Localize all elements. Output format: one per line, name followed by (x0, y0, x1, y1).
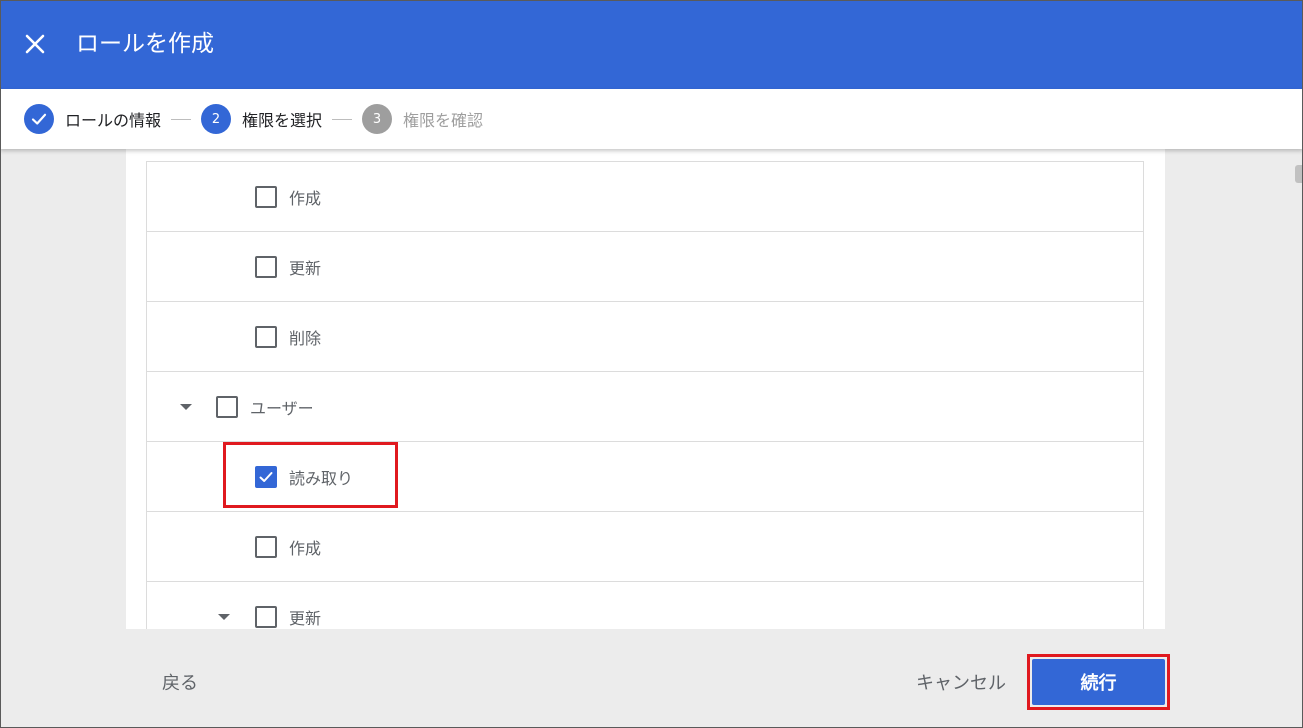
page-title: ロールを作成 (76, 31, 214, 57)
permission-checkbox-checked[interactable] (255, 466, 277, 488)
close-icon (25, 34, 45, 54)
permissions-card: 作成 更新 削除 ユーザー 読み取り 作成 更新 (126, 149, 1165, 629)
permission-checkbox[interactable] (255, 186, 277, 208)
step-label: 権限を選択 (242, 111, 323, 130)
permission-label: 更新 (289, 609, 322, 628)
permission-group-checkbox[interactable] (216, 396, 238, 418)
back-button[interactable]: 戻る (148, 664, 212, 700)
permission-checkbox[interactable] (255, 536, 277, 558)
step-select-permissions[interactable]: 2 権限を選択 (201, 104, 322, 134)
scrollbar-thumb[interactable] (1295, 165, 1303, 183)
step-label: ロールの情報 (65, 111, 162, 130)
permission-label: 作成 (289, 539, 322, 558)
step-separator (171, 118, 192, 120)
table-row: 作成 (147, 512, 1143, 582)
step-2-circle: 2 (201, 104, 232, 134)
check-icon (259, 472, 273, 482)
table-row: ユーザー (147, 372, 1143, 442)
permission-checkbox[interactable] (255, 326, 277, 348)
check-icon (31, 113, 47, 125)
step-label: 権限を確認 (403, 111, 484, 130)
table-row: 削除 (147, 302, 1143, 372)
permissions-table: 作成 更新 削除 ユーザー 読み取り 作成 更新 (146, 161, 1144, 629)
step-separator (332, 118, 353, 120)
step-1-circle (24, 104, 54, 134)
stepper: ロールの情報 2 権限を選択 3 権限を確認 (0, 89, 1303, 149)
cancel-button[interactable]: キャンセル (904, 664, 1018, 700)
permission-label: 作成 (289, 189, 322, 208)
table-row: 更新 (147, 232, 1143, 302)
close-button[interactable] (20, 29, 50, 59)
step-3-circle: 3 (362, 104, 393, 134)
step-review-permissions[interactable]: 3 権限を確認 (362, 104, 483, 134)
table-row: 読み取り (147, 442, 1143, 512)
permission-checkbox[interactable] (255, 606, 277, 628)
table-row: 作成 (147, 162, 1143, 232)
permission-group-label: ユーザー (250, 399, 314, 418)
permission-checkbox[interactable] (255, 256, 277, 278)
expand-arrow-icon[interactable] (218, 614, 230, 620)
step-role-info[interactable]: ロールの情報 (24, 104, 161, 134)
permission-label: 読み取り (289, 469, 354, 488)
continue-button[interactable]: 続行 (1032, 659, 1165, 705)
permission-label: 削除 (289, 329, 322, 348)
dialog-header: ロールを作成 (0, 0, 1303, 89)
expand-arrow-icon[interactable] (180, 404, 192, 410)
permission-label: 更新 (289, 259, 322, 278)
table-row: 更新 (147, 582, 1143, 629)
